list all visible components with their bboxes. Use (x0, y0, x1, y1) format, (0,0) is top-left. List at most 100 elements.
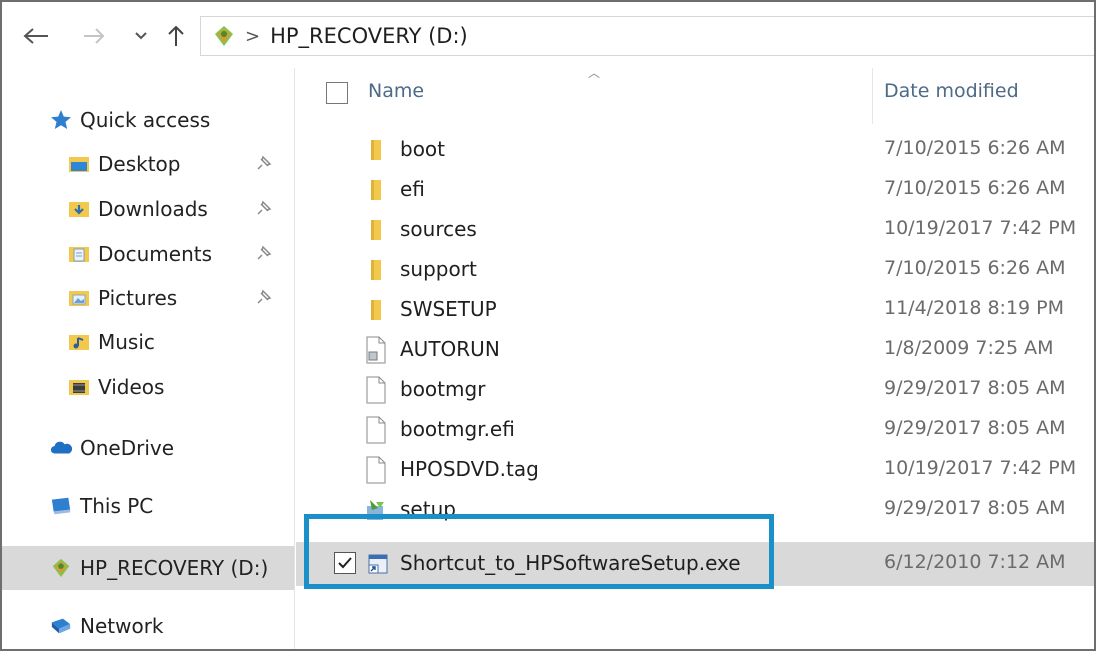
file-row-swsetup[interactable]: SWSETUP 11/4/2018 8:19 PM (296, 290, 1094, 330)
column-header-date-modified[interactable]: Date modified (884, 80, 1019, 102)
breadcrumb-current[interactable]: HP_RECOVERY (D:) (270, 24, 468, 48)
file-icon (362, 416, 390, 444)
network-icon (50, 615, 72, 637)
file-icon (362, 376, 390, 404)
sidebar-item-label: Downloads (98, 197, 208, 221)
sidebar-item-hp-recovery[interactable]: HP_RECOVERY (D:) (2, 546, 294, 590)
file-name[interactable]: support (400, 257, 477, 281)
sidebar-item-network[interactable]: Network (2, 606, 294, 646)
column-header-name[interactable]: Name (368, 80, 424, 102)
file-row-boot[interactable]: boot 7/10/2015 6:26 AM (296, 130, 1094, 170)
file-row-support[interactable]: support 7/10/2015 6:26 AM (296, 250, 1094, 290)
sidebar-item-pictures[interactable]: Pictures (2, 278, 294, 318)
pin-icon[interactable] (254, 154, 272, 172)
file-date-modified: 11/4/2018 8:19 PM (884, 297, 1065, 319)
file-row-autorun[interactable]: AUTORUN 1/8/2009 7:25 AM (296, 330, 1094, 370)
sidebar-item-label: Quick access (80, 108, 211, 132)
pictures-folder-icon (68, 287, 90, 309)
file-list: ︿ Name Date modified boot 7/10/2015 6:26 … (296, 66, 1094, 649)
file-row-setup[interactable]: setup 9/29/2017 8:05 AM (296, 490, 1094, 530)
navigation-bar: > HP_RECOVERY (D:) (2, 2, 1094, 68)
sidebar-item-label: HP_RECOVERY (D:) (80, 556, 269, 580)
pin-icon[interactable] (254, 244, 272, 262)
file-date-modified: 7/10/2015 6:26 AM (884, 177, 1066, 199)
cloud-icon (50, 437, 72, 459)
file-name[interactable]: setup (400, 497, 456, 521)
desktop-folder-icon (68, 153, 90, 175)
sidebar-item-music[interactable]: Music (2, 322, 294, 362)
setup-info-file-icon (362, 336, 390, 364)
folder-icon (362, 176, 390, 204)
music-folder-icon (68, 331, 90, 353)
row-checkbox[interactable] (334, 552, 356, 574)
file-date-modified: 7/10/2015 6:26 AM (884, 257, 1066, 279)
sidebar-item-label: Desktop (98, 152, 181, 176)
downloads-folder-icon (68, 198, 90, 220)
file-name[interactable]: efi (400, 177, 425, 201)
file-name[interactable]: boot (400, 137, 445, 161)
file-row-sources[interactable]: sources 10/19/2017 7:42 PM (296, 210, 1094, 250)
file-name[interactable]: bootmgr (400, 377, 485, 401)
recovery-drive-icon (211, 23, 237, 49)
computer-icon (50, 495, 72, 517)
file-icon (362, 456, 390, 484)
sidebar-item-label: This PC (80, 494, 154, 518)
select-all-checkbox[interactable] (326, 82, 348, 104)
file-date-modified: 9/29/2017 8:05 AM (884, 417, 1066, 439)
folder-icon (362, 136, 390, 164)
file-name[interactable]: AUTORUN (400, 337, 500, 361)
file-name[interactable]: sources (400, 217, 477, 241)
up-arrow-icon[interactable] (158, 18, 194, 54)
file-date-modified: 10/19/2017 7:42 PM (884, 217, 1077, 239)
file-row-shortcut-to-hpsoftwaresetup-exe[interactable]: Shortcut_to_HPSoftwareSetup.exe 6/12/2010… (296, 542, 1094, 586)
file-explorer-window: > HP_RECOVERY (D:) Quick access Desktop … (0, 0, 1096, 651)
folder-icon (362, 216, 390, 244)
column-header-row: ︿ Name Date modified (296, 66, 1094, 124)
sidebar-item-desktop[interactable]: Desktop (2, 144, 294, 184)
file-row-bootmgr-efi[interactable]: bootmgr.efi 9/29/2017 8:05 AM (296, 410, 1094, 450)
sidebar-item-onedrive[interactable]: OneDrive (2, 428, 294, 468)
forward-arrow-icon[interactable] (76, 18, 112, 54)
sidebar-item-label: OneDrive (80, 436, 175, 460)
sidebar-item-documents[interactable]: Documents (2, 234, 294, 274)
file-name[interactable]: bootmgr.efi (400, 417, 515, 441)
sidebar-item-label: Pictures (98, 286, 178, 310)
back-arrow-icon[interactable] (16, 18, 56, 54)
file-date-modified: 9/29/2017 8:05 AM (884, 497, 1066, 519)
file-date-modified: 10/19/2017 7:42 PM (884, 457, 1077, 479)
address-field[interactable]: > HP_RECOVERY (D:) (200, 16, 1094, 56)
file-row-hposdvd-tag[interactable]: HPOSDVD.tag 10/19/2017 7:42 PM (296, 450, 1094, 490)
file-row-efi[interactable]: efi 7/10/2015 6:26 AM (296, 170, 1094, 210)
sidebar-item-label: Videos (98, 375, 165, 399)
sidebar-item-quick-access[interactable]: Quick access (2, 100, 294, 140)
sidebar-item-this-pc[interactable]: This PC (2, 486, 294, 526)
sidebar-item-downloads[interactable]: Downloads (2, 189, 294, 229)
pin-icon[interactable] (254, 199, 272, 217)
recovery-drive-icon (50, 557, 72, 579)
setup-app-icon (362, 496, 390, 524)
sidebar-item-label: Music (98, 330, 155, 354)
folder-icon (362, 256, 390, 284)
breadcrumb-separator: > (245, 25, 261, 47)
sidebar-item-videos[interactable]: Videos (2, 367, 294, 407)
sort-ascending-icon: ︿ (588, 66, 601, 80)
sidebar-item-label: Documents (98, 242, 213, 266)
file-date-modified: 7/10/2015 6:26 AM (884, 137, 1066, 159)
star-icon (50, 109, 72, 131)
file-date-modified: 9/29/2017 8:05 AM (884, 377, 1066, 399)
file-date-modified: 1/8/2009 7:25 AM (884, 337, 1054, 359)
documents-folder-icon (68, 243, 90, 265)
pin-icon[interactable] (254, 288, 272, 306)
folder-icon (362, 296, 390, 324)
shortcut-app-icon (364, 550, 392, 578)
column-divider[interactable] (872, 68, 873, 124)
navigation-pane: Quick access Desktop Downloads Documents (2, 68, 295, 649)
file-name[interactable]: HPOSDVD.tag (400, 457, 539, 481)
chevron-down-icon[interactable] (126, 18, 156, 54)
file-date-modified: 6/12/2010 7:12 AM (884, 551, 1066, 573)
file-row-bootmgr[interactable]: bootmgr 9/29/2017 8:05 AM (296, 370, 1094, 410)
file-name[interactable]: SWSETUP (400, 297, 497, 321)
sidebar-item-label: Network (80, 614, 164, 638)
file-name[interactable]: Shortcut_to_HPSoftwareSetup.exe (400, 551, 741, 575)
videos-folder-icon (68, 376, 90, 398)
